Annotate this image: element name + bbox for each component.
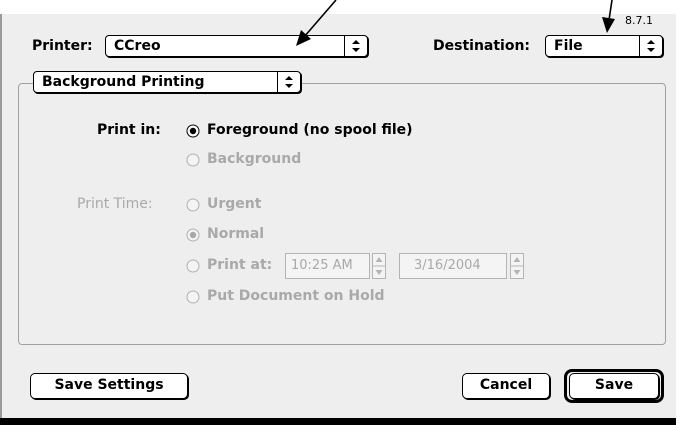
time-stepper-icon[interactable] — [372, 253, 386, 279]
destination-popup-value: File — [554, 38, 583, 54]
printer-popup-value: CCreo — [114, 38, 161, 54]
top-strip — [0, 0, 684, 14]
cancel-button[interactable]: Cancel — [462, 373, 550, 399]
save-settings-button[interactable]: Save Settings — [30, 373, 188, 399]
radio-urgent[interactable] — [186, 198, 200, 212]
radio-background[interactable] — [186, 153, 200, 167]
radio-background-label: Background — [207, 151, 302, 167]
date-stepper-icon[interactable] — [510, 253, 524, 279]
radio-print-at[interactable] — [186, 259, 200, 273]
radio-foreground[interactable] — [186, 124, 200, 138]
radio-print-at-label: Print at: — [207, 257, 273, 273]
printer-label: Printer: — [32, 38, 93, 54]
radio-normal[interactable] — [186, 228, 200, 242]
version-label: 8.7.1 — [625, 14, 653, 27]
radio-normal-label: Normal — [207, 226, 265, 242]
left-edge — [0, 14, 2, 418]
radio-hold-label: Put Document on Hold — [207, 288, 385, 304]
popup-arrows-icon — [344, 36, 367, 56]
print-date-field[interactable]: 3/16/2004 — [399, 253, 507, 279]
print-dialog: 8.7.1 Printer: CCreo Destination: File B… — [0, 0, 684, 425]
print-time-label: Print Time: — [77, 196, 153, 212]
print-time-value: 10:25 AM — [291, 258, 353, 273]
popup-arrows-icon — [277, 72, 300, 92]
print-time-field[interactable]: 10:25 AM — [285, 253, 370, 279]
panel-popup[interactable]: Background Printing — [33, 71, 301, 93]
printer-popup[interactable]: CCreo — [105, 35, 368, 57]
radio-hold[interactable] — [186, 290, 200, 304]
destination-label: Destination: — [433, 38, 531, 54]
popup-arrows-icon — [639, 36, 662, 56]
right-strip — [676, 0, 684, 425]
radio-urgent-label: Urgent — [207, 196, 262, 212]
destination-popup[interactable]: File — [545, 35, 663, 57]
bottom-edge — [0, 418, 676, 425]
print-date-value: 3/16/2004 — [414, 258, 481, 273]
radio-foreground-label: Foreground (no spool file) — [207, 122, 413, 138]
save-button[interactable]: Save — [569, 373, 659, 399]
panel-popup-value: Background Printing — [42, 74, 205, 90]
print-in-label: Print in: — [97, 122, 161, 138]
